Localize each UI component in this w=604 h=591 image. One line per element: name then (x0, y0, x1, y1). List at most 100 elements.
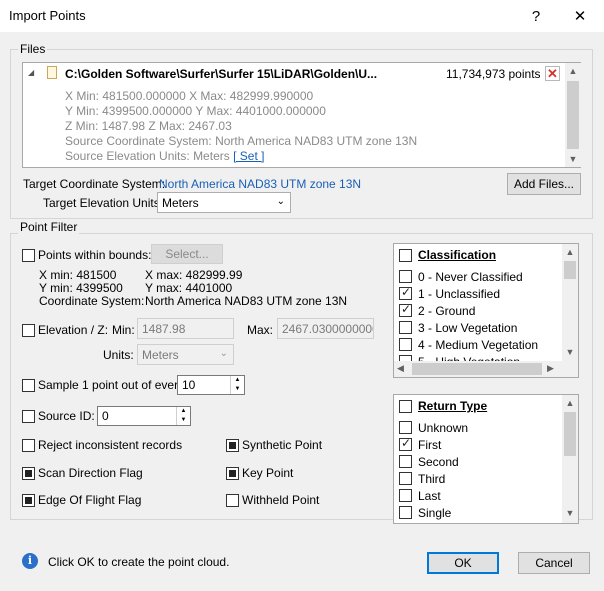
sample-box[interactable] (22, 378, 35, 392)
item-label: 2 - Ground (418, 303, 476, 318)
list-item[interactable]: Third (394, 470, 562, 487)
close-button[interactable]: ✕ (558, 0, 602, 32)
classification-list[interactable]: Classification 0 - Never Classified 1 - … (393, 243, 579, 378)
files-list[interactable]: ◢ C:\Golden Software\Surfer\Surfer 15\Li… (22, 62, 581, 168)
edge-box[interactable] (22, 493, 35, 507)
item-checkbox[interactable] (399, 321, 412, 334)
list-item[interactable]: 4 - Medium Vegetation (394, 336, 562, 353)
scroll-down-icon[interactable]: ▼ (562, 344, 578, 360)
scroll-up-icon[interactable]: ▲ (562, 395, 578, 411)
scroll-up-icon[interactable]: ▲ (562, 244, 578, 260)
bounds-cs-value: North America NAD83 UTM zone 13N (145, 294, 348, 308)
item-checkbox[interactable] (399, 472, 412, 485)
ok-button[interactable]: OK (427, 552, 499, 574)
item-checkbox[interactable] (399, 270, 412, 283)
stepper-up-icon[interactable]: ▲ (230, 376, 244, 385)
classification-vscroll[interactable]: ▲ ▼ (562, 244, 578, 361)
add-files-button[interactable]: Add Files... (507, 173, 581, 195)
item-checkbox[interactable] (399, 302, 412, 317)
target-elev-select[interactable]: Meters ⌄ (157, 192, 291, 213)
bounds-cs-label: Coordinate System: (39, 294, 145, 308)
within-bounds-checkbox[interactable]: Points within bounds: (22, 248, 151, 262)
item-label: 0 - Never Classified (418, 269, 523, 284)
classification-header-label: Classification (418, 248, 497, 262)
classification-header[interactable]: Classification (394, 244, 578, 266)
scroll-left-icon[interactable]: ◀ (397, 363, 404, 374)
bounds-ymin: Y min: 4399500 (39, 281, 123, 295)
item-checkbox[interactable] (399, 506, 412, 519)
bounds-xmax: X max: 482999.99 (145, 268, 243, 282)
scroll-right-icon[interactable]: ▶ (547, 363, 554, 374)
stepper-down-icon[interactable]: ▼ (230, 385, 244, 394)
elev-max-input[interactable]: 2467.0300000000 (277, 318, 374, 339)
elev-min-input[interactable]: 1487.98 (137, 318, 234, 339)
scroll-thumb[interactable] (564, 261, 576, 279)
item-checkbox[interactable] (399, 489, 412, 502)
remove-file-icon[interactable]: ✕ (545, 66, 560, 81)
stepper-up-icon[interactable]: ▲ (176, 407, 190, 416)
reject-box[interactable] (22, 438, 35, 452)
list-item[interactable]: 3 - Low Vegetation (394, 319, 562, 336)
scroll-thumb[interactable] (567, 81, 579, 149)
target-cs-link[interactable]: North America NAD83 UTM zone 13N (159, 177, 361, 191)
within-bounds-box[interactable] (22, 248, 35, 262)
stepper-down-icon[interactable]: ▼ (176, 416, 190, 425)
reject-inconsistent-checkbox[interactable]: Reject inconsistent records (22, 438, 182, 452)
info-icon: i (22, 553, 38, 569)
synthetic-box[interactable] (226, 438, 239, 452)
chevron-down-icon: ⌄ (219, 348, 228, 359)
synthetic-point-checkbox[interactable]: Synthetic Point (226, 438, 322, 452)
list-item[interactable]: First (394, 436, 562, 453)
hscroll-thumb[interactable] (412, 363, 542, 375)
item-checkbox[interactable] (399, 338, 412, 351)
list-item[interactable]: 2 - Ground (394, 302, 562, 319)
source-id-box[interactable] (22, 409, 35, 423)
scroll-down-icon[interactable]: ▼ (565, 151, 581, 167)
edge-of-flight-checkbox[interactable]: Edge Of Flight Flag (22, 493, 141, 507)
sample-checkbox[interactable]: Sample 1 point out of every (22, 378, 184, 392)
item-label: 3 - Low Vegetation (418, 320, 518, 335)
item-checkbox[interactable] (399, 285, 412, 300)
file-y-range: Y Min: 4399500.000000 Y Max: 4401000.000… (65, 104, 326, 118)
item-checkbox[interactable] (399, 421, 412, 434)
key-box[interactable] (226, 466, 239, 480)
sample-stepper[interactable]: 10 ▲ ▼ (177, 375, 245, 395)
elev-units-select[interactable]: Meters ⌄ (137, 344, 234, 365)
set-units-link[interactable]: [ Set ] (233, 149, 264, 163)
list-item[interactable]: Unknown (394, 419, 562, 436)
collapse-triangle-icon[interactable]: ◢ (28, 68, 34, 77)
files-scrollbar[interactable]: ▲ ▼ (565, 63, 581, 167)
item-checkbox[interactable] (399, 455, 412, 468)
list-item[interactable]: Last (394, 487, 562, 504)
return-type-header[interactable]: Return Type (394, 395, 578, 417)
item-label: Single (418, 505, 452, 520)
return-type-vscroll[interactable]: ▲ ▼ (562, 395, 578, 523)
cancel-button[interactable]: Cancel (518, 552, 590, 574)
list-item[interactable]: 1 - Unclassified (394, 285, 562, 302)
elev-units-label: Units: (103, 348, 134, 362)
key-point-checkbox[interactable]: Key Point (226, 466, 293, 480)
scroll-down-icon[interactable]: ▼ (562, 505, 578, 521)
scroll-thumb[interactable] (564, 412, 576, 456)
help-button[interactable]: ? (514, 0, 558, 32)
classification-hscroll[interactable]: ◀ ▶ (394, 361, 578, 377)
item-label: Last (418, 488, 441, 503)
list-item[interactable]: Second (394, 453, 562, 470)
classification-all-box[interactable] (399, 248, 412, 262)
select-bounds-button[interactable]: Select... (151, 244, 223, 264)
withheld-box[interactable] (226, 493, 239, 507)
source-id-stepper[interactable]: 0 ▲ ▼ (97, 406, 191, 426)
scroll-up-icon[interactable]: ▲ (565, 63, 581, 79)
list-item[interactable]: 0 - Never Classified (394, 268, 562, 285)
file-elev-units-label: Source Elevation Units: Meters (65, 149, 230, 163)
scan-direction-checkbox[interactable]: Scan Direction Flag (22, 466, 143, 480)
list-item[interactable]: Single (394, 504, 562, 521)
return-type-list[interactable]: Return Type Unknown First Second Third L… (393, 394, 579, 524)
withheld-point-checkbox[interactable]: Withheld Point (226, 493, 319, 507)
item-checkbox[interactable] (399, 436, 412, 451)
elevation-checkbox[interactable]: Elevation / Z: (22, 323, 108, 337)
elevation-box[interactable] (22, 323, 35, 337)
scan-box[interactable] (22, 466, 35, 480)
source-id-checkbox[interactable]: Source ID: (22, 409, 95, 423)
return-type-all-box[interactable] (399, 399, 412, 413)
